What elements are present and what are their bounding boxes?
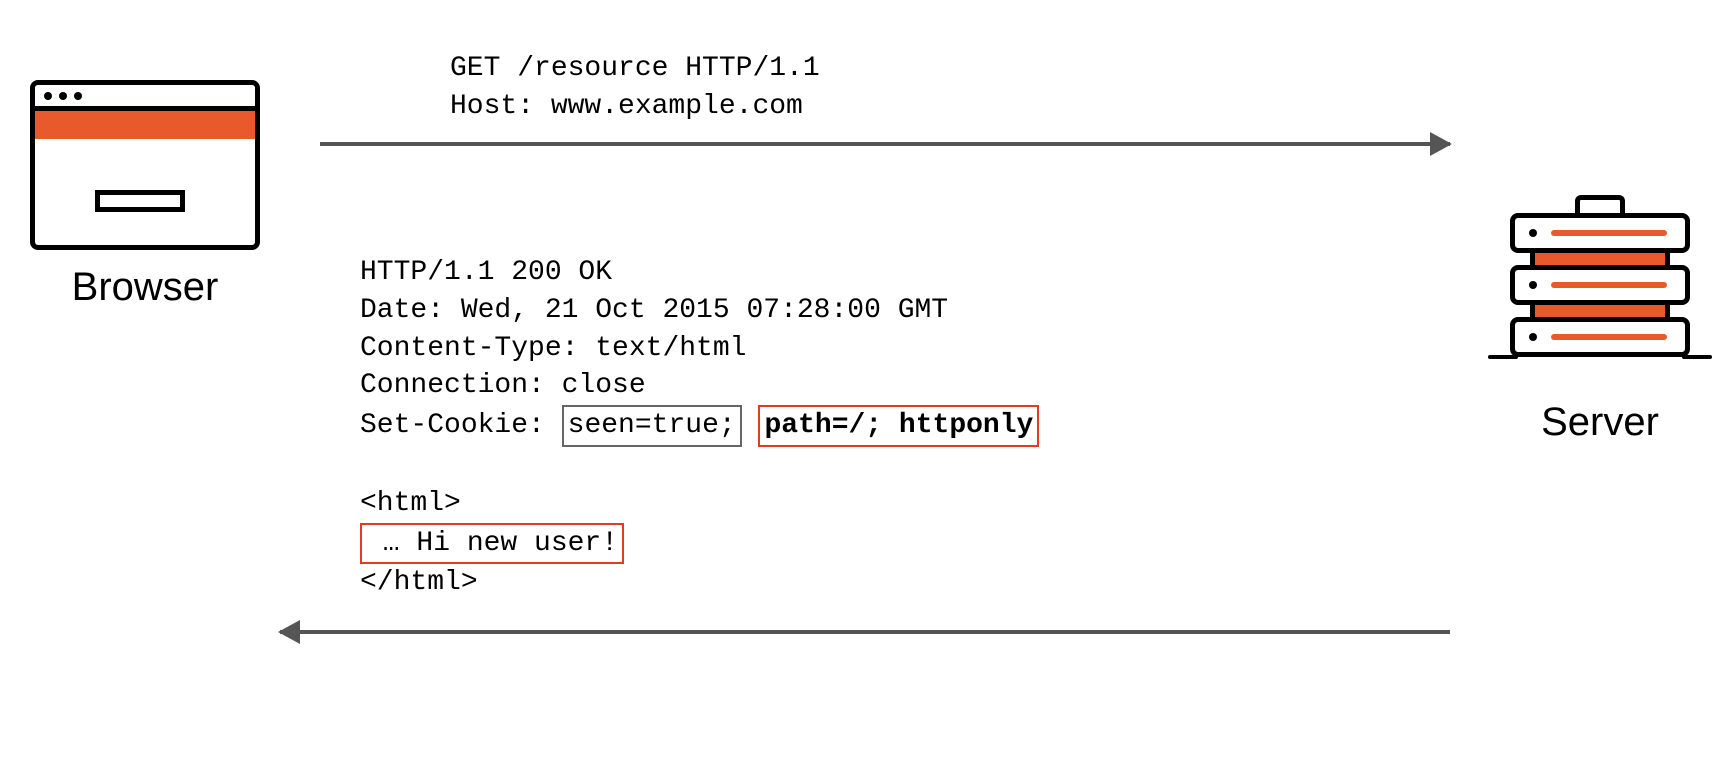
cookie-attributes-box: path=/; httponly — [758, 405, 1039, 447]
request-line: GET /resource HTTP/1.1 — [450, 53, 820, 84]
response-body-open: <html> — [360, 488, 461, 519]
http-response-block: HTTP/1.1 200 OK Date: Wed, 21 Oct 2015 0… — [360, 254, 1039, 602]
response-body-close: </html> — [360, 567, 478, 598]
request-host: Host: www.example.com — [450, 91, 803, 122]
server-unit-2 — [1510, 265, 1690, 305]
server-label: Server — [1500, 400, 1700, 445]
browser-accent-bar — [35, 111, 255, 139]
response-body-content-box: … Hi new user! — [360, 523, 624, 565]
server-icon — [1500, 195, 1700, 367]
browser-window — [30, 80, 260, 250]
response-date: Date: Wed, 21 Oct 2015 07:28:00 GMT — [360, 295, 948, 326]
response-connection: Connection: close — [360, 370, 646, 401]
response-arrow-icon — [280, 630, 1450, 634]
browser-titlebar — [35, 85, 255, 111]
set-cookie-label: Set-Cookie: — [360, 410, 562, 441]
browser-icon — [30, 80, 260, 250]
server-unit-1 — [1510, 213, 1690, 253]
server-top — [1575, 195, 1625, 213]
browser-dots — [44, 92, 82, 100]
cookie-value-box: seen=true; — [562, 405, 742, 447]
server-unit-3 — [1510, 317, 1690, 357]
http-request-block: GET /resource HTTP/1.1 Host: www.example… — [450, 50, 820, 126]
browser-label: Browser — [30, 265, 260, 310]
browser-input-box — [95, 190, 185, 212]
server-feet — [1510, 357, 1690, 367]
request-arrow-icon — [320, 142, 1450, 146]
response-content-type: Content-Type: text/html — [360, 333, 746, 364]
response-status: HTTP/1.1 200 OK — [360, 257, 612, 288]
